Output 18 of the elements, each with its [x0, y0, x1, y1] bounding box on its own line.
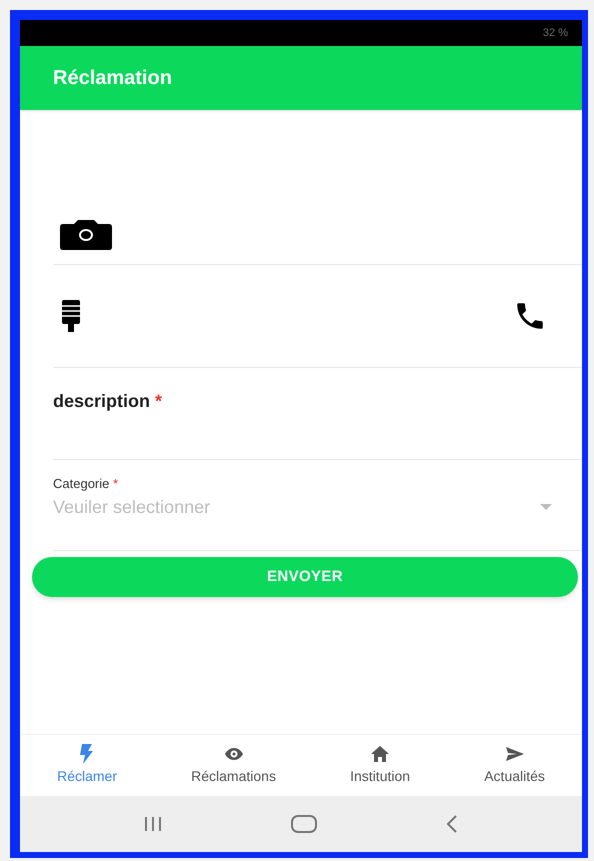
category-label: Categorie *: [53, 475, 120, 493]
home-button-icon[interactable]: [290, 814, 318, 834]
camera-icon[interactable]: [60, 220, 112, 250]
battery-text: 32 %: [542, 26, 568, 41]
nav-tab[interactable]: Actualités: [484, 744, 545, 787]
recent-apps-icon[interactable]: [143, 816, 164, 832]
category-dropdown[interactable]: Categorie * Veuiler selectionner: [53, 460, 582, 551]
microphone-icon[interactable]: [60, 300, 82, 332]
back-icon[interactable]: [444, 814, 459, 834]
home-icon: [369, 744, 392, 764]
category-placeholder: Veuiler selectionner: [53, 496, 210, 518]
nav-tab[interactable]: Réclamations: [191, 744, 276, 787]
dropdown-caret-icon: [540, 504, 552, 510]
nav-tab[interactable]: Institution: [350, 744, 410, 787]
nav-tab[interactable]: Réclamer: [57, 744, 117, 787]
app-title: Réclamation: [53, 66, 172, 91]
description-label[interactable]: description *: [53, 391, 162, 411]
send-icon: [504, 744, 526, 764]
